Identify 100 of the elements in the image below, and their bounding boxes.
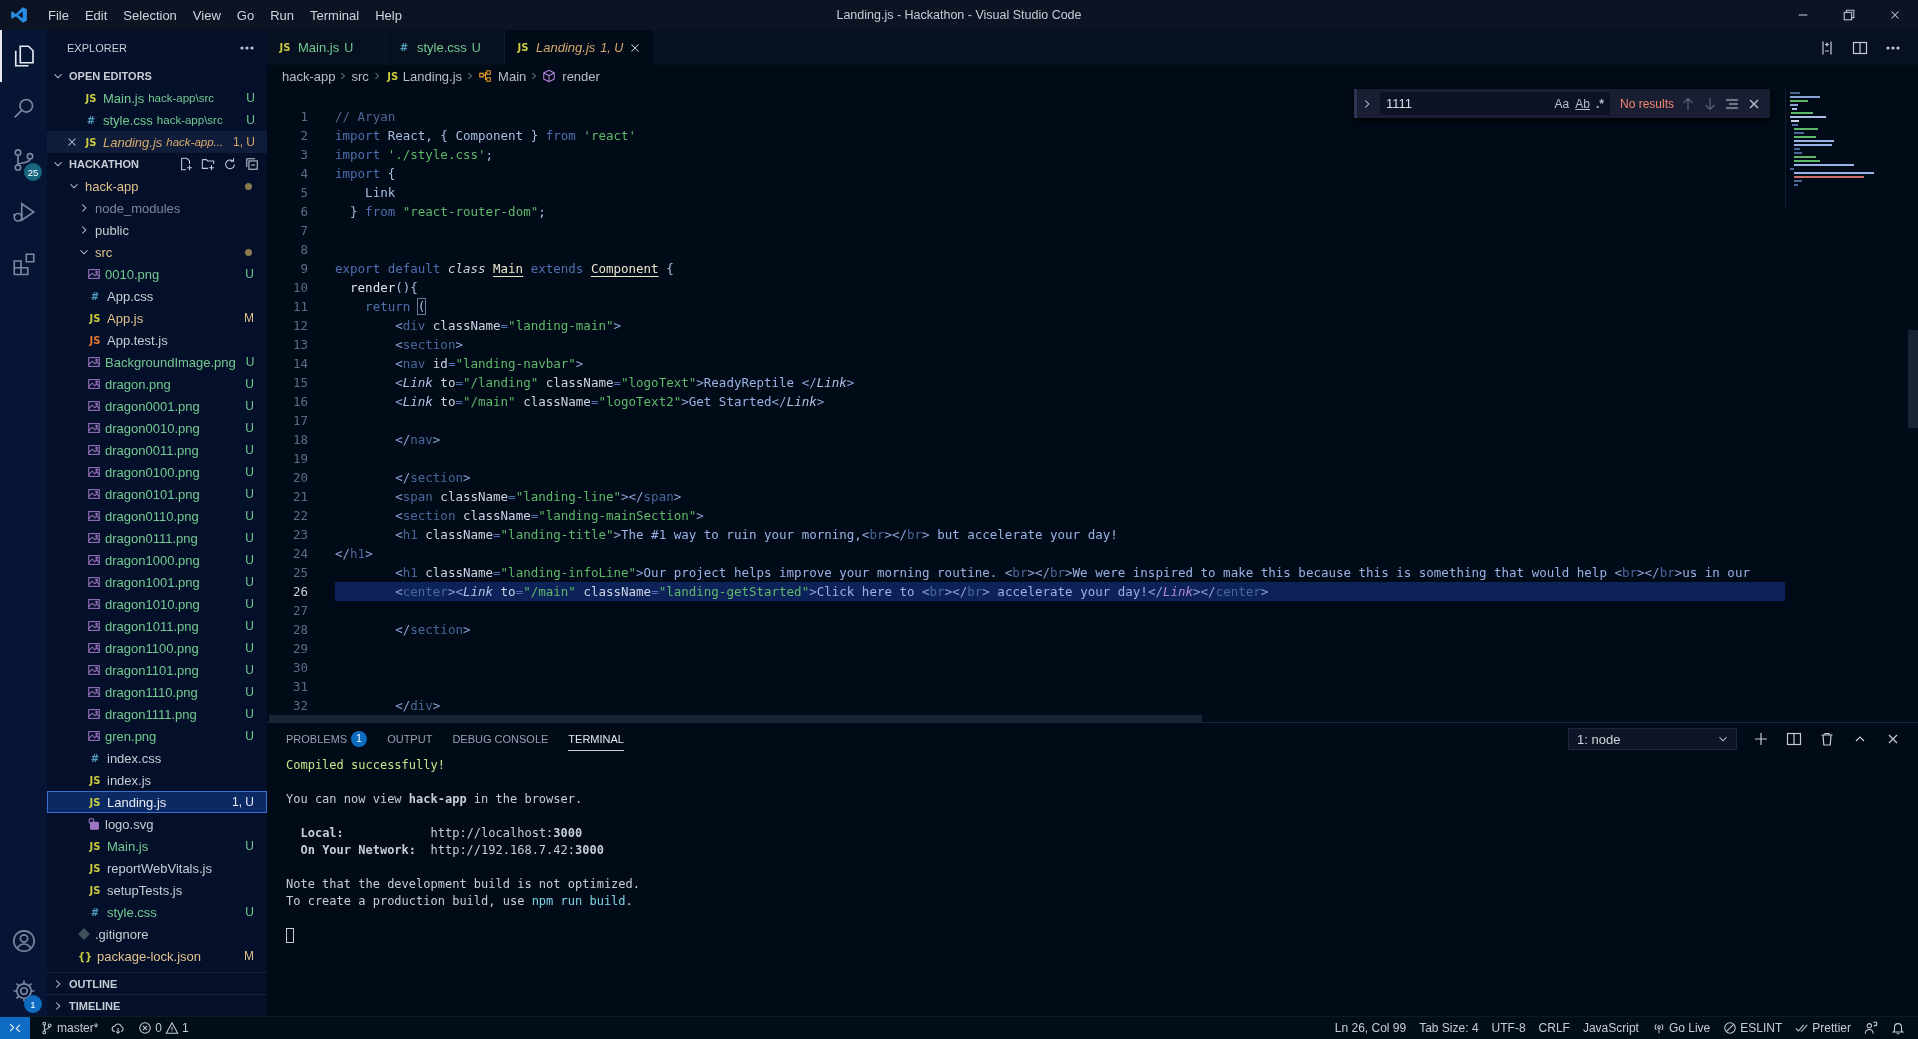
tree-item[interactable]: hack-app [47,175,267,197]
breadcrumb-item[interactable]: src [351,68,369,84]
open-editor-item[interactable]: JS Landing.js hack-app... 1, U [47,131,267,153]
split-icon[interactable] [1786,731,1802,747]
status-item[interactable]: JavaScript [1582,1021,1639,1035]
tree-item[interactable]: JS Main.js U [47,835,267,857]
run-debug-icon [11,200,36,224]
refresh-icon[interactable] [223,157,237,171]
panel-tab[interactable]: PROBLEMS 1 [286,727,368,751]
find-field[interactable]: 1111 Aa Ab .* [1380,92,1610,115]
tree-item[interactable]: dragon0101.png U [47,483,267,505]
open-editor-item[interactable]: JS Main.js hack-app\src U [47,87,267,109]
panel-tab[interactable]: OUTPUT [387,727,433,751]
status-item[interactable]: Go Live [1651,1021,1711,1035]
editor-tab[interactable]: JS Main.js U [267,30,386,65]
status-item[interactable]: UTF-8 [1491,1021,1526,1035]
menu-item[interactable]: Help [367,7,410,23]
problems-button[interactable]: 0 1 [138,1021,189,1035]
tree-item[interactable]: 0010.png U [47,263,267,285]
scrollbar-thumb[interactable] [269,715,1202,722]
status-item[interactable]: Ln 26, Col 99 [1334,1021,1407,1035]
split-editor-icon[interactable] [1852,39,1868,56]
activity-bar-item[interactable]: 25 [0,134,47,186]
bell-icon[interactable] [1891,1021,1905,1035]
terminal-dropdown[interactable]: 1: node [1568,728,1737,750]
sync-icon[interactable] [111,1021,126,1035]
new-file-icon[interactable] [179,157,193,171]
image-file-icon [87,553,101,567]
branch-button[interactable]: master* [40,1021,99,1035]
section-title[interactable]: OUTLINE [69,977,118,990]
tree-item[interactable]: dragon1101.png U [47,659,267,681]
warning-icon [165,1021,180,1035]
tree-item[interactable]: dragon.png U [47,373,267,395]
tree-item[interactable]: dragon1110.png U [47,681,267,703]
breadcrumb-item[interactable]: JS Landing.js [384,68,463,84]
tree-item[interactable]: JS Landing.js 1, U [47,791,267,813]
tree-item[interactable]: dragon0011.png U [47,439,267,461]
tree-item[interactable]: dragon1000.png U [47,549,267,571]
tree-item[interactable]: dragon1010.png U [47,593,267,615]
tree-item[interactable]: dragon0110.png U [47,505,267,527]
line-number: 11 [291,299,308,314]
menu-item[interactable]: File [40,7,77,23]
tree-item[interactable]: dragon1011.png U [47,615,267,637]
open-editor-item[interactable]: # style.css hack-app\src U [47,109,267,131]
new-folder-icon[interactable] [201,157,215,171]
menu-item[interactable]: View [184,7,229,23]
tree-item[interactable]: dragon0001.png U [47,395,267,417]
tree-item[interactable]: public [47,219,267,241]
menu-item[interactable]: Edit [76,7,116,23]
tree-item[interactable]: dragon0111.png U [47,527,267,549]
tree-item[interactable]: dragon1001.png U [47,571,267,593]
tree-item[interactable]: JS index.js [47,769,267,791]
terminal-line: Compiled successfully! [286,758,445,772]
breadcrumb-item[interactable]: hack-app [282,68,336,84]
find-option[interactable]: Ab [1575,96,1590,111]
trash-icon[interactable] [1819,731,1835,747]
tree-item[interactable]: dragon0010.png U [47,417,267,439]
status-item[interactable]: Tab Size: 4 [1419,1021,1479,1035]
status-item[interactable]: ESLINT [1723,1021,1783,1035]
panel-tab[interactable]: DEBUG CONSOLE [452,727,549,751]
section-title[interactable]: HACKATHON [69,158,140,170]
line-number: 2 [299,128,308,143]
tree-item[interactable]: src [47,241,267,263]
remote-button[interactable] [0,1017,30,1039]
section-title[interactable]: TIMELINE [69,999,121,1012]
panel-tab[interactable]: TERMINAL [568,727,624,751]
tree-item[interactable]: {} package-lock.json M [47,945,267,967]
feedback-icon[interactable] [1864,1021,1878,1035]
status-item[interactable]: Prettier [1795,1021,1851,1035]
tree-item[interactable]: # style.css U [47,901,267,923]
tree-item[interactable]: dragon1111.png U [47,703,267,725]
section-title[interactable]: OPEN EDITORS [69,70,152,82]
tree-item[interactable]: # index.css [47,747,267,769]
menu-item[interactable]: Run [262,7,302,23]
menu-item[interactable]: Selection [115,7,185,23]
compare-changes-icon[interactable] [1819,39,1835,56]
tree-item[interactable]: gren.png U [47,725,267,747]
tree-item[interactable]: BackgroundImage.png U [47,351,267,373]
breadcrumb-item[interactable]: render [542,68,600,84]
tree-item[interactable]: JS setupTests.js [47,879,267,901]
tree-item[interactable]: dragon1100.png U [47,637,267,659]
plus-icon[interactable] [1753,731,1769,747]
tree-item[interactable]: JS App.js M [47,307,267,329]
collapse-all-icon[interactable] [245,157,259,171]
tree-item[interactable]: node_modules [47,197,267,219]
breadcrumb-item[interactable]: Main [478,68,527,84]
tree-item[interactable]: JS reportWebVitals.js [47,857,267,879]
find-option[interactable]: Aa [1554,96,1570,111]
find-option[interactable]: .* [1596,96,1604,111]
editor-tab[interactable]: JS Landing.js 1, U [505,30,656,65]
tree-item[interactable]: .gitignore [47,923,267,945]
menu-item[interactable]: Terminal [302,7,368,23]
menu-item[interactable]: Go [228,7,263,23]
scrollbar-thumb[interactable] [1908,330,1918,428]
status-item[interactable]: CRLF [1538,1021,1570,1035]
tree-item[interactable]: logo.svg [47,813,267,835]
tree-item[interactable]: # App.css [47,285,267,307]
activity-bar-item[interactable]: 1 [0,966,47,1016]
tree-item[interactable]: dragon0100.png U [47,461,267,483]
tree-item[interactable]: JS App.test.js [47,329,267,351]
